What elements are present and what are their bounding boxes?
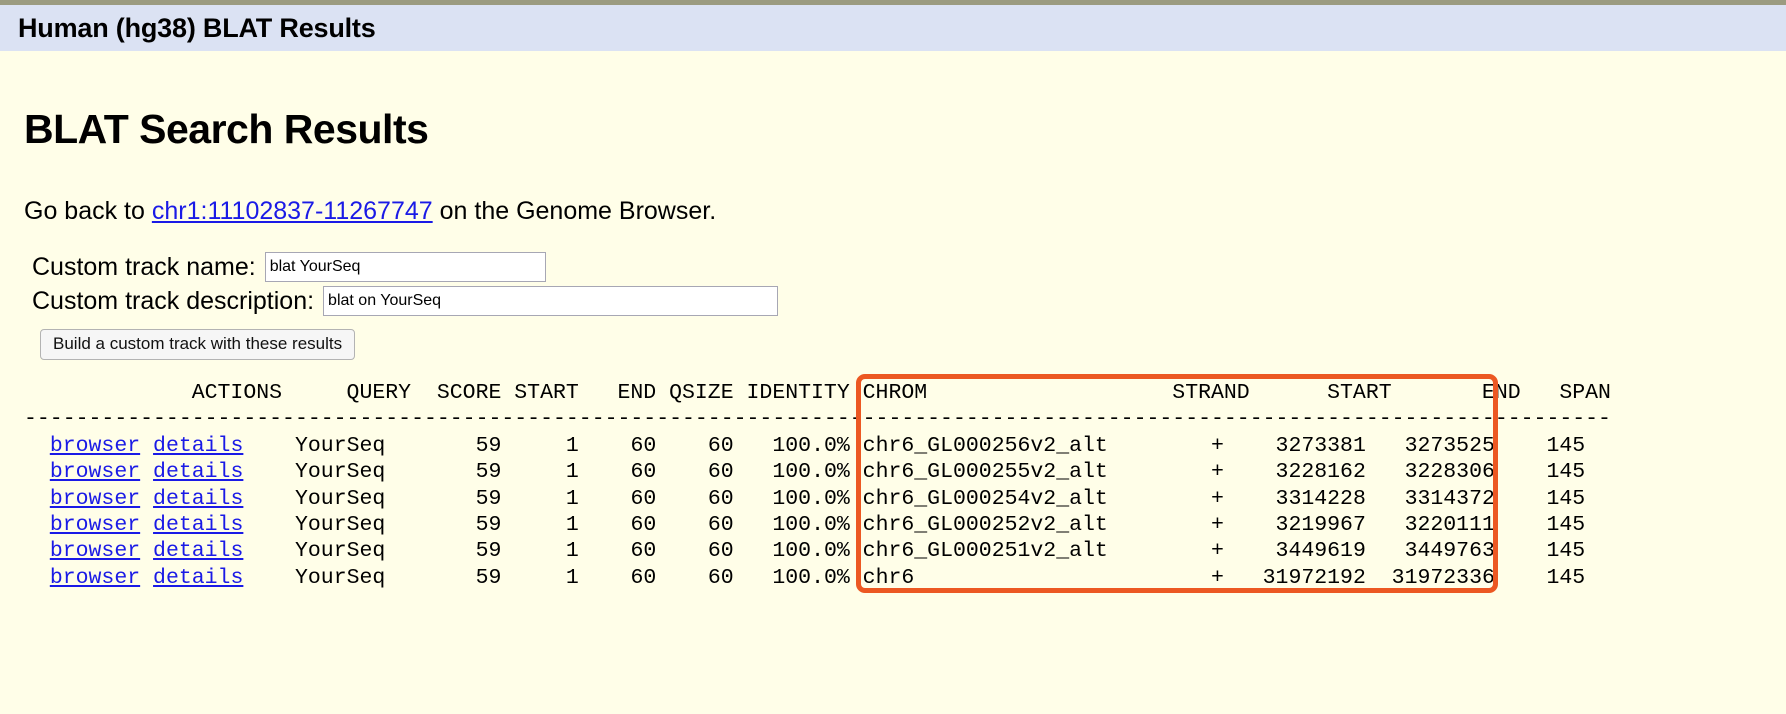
track-description-label: Custom track description: — [32, 286, 315, 315]
track-description-row: Custom track description: — [32, 286, 1786, 316]
genome-browser-position-link[interactable]: chr1:11102837-11267747 — [152, 197, 433, 225]
window-title-bar: Human (hg38) BLAT Results — [0, 5, 1786, 51]
custom-track-form: Custom track name: Custom track descript… — [32, 252, 1786, 360]
browser-link[interactable]: browser — [50, 513, 140, 537]
browser-link[interactable]: browser — [50, 539, 140, 563]
track-name-row: Custom track name: — [32, 252, 1786, 282]
track-name-label: Custom track name: — [32, 252, 256, 281]
details-link[interactable]: details — [153, 460, 243, 484]
build-custom-track-button[interactable]: Build a custom track with these results — [40, 329, 356, 360]
goback-suffix: on the Genome Browser. — [432, 197, 717, 225]
details-link[interactable]: details — [153, 539, 243, 563]
goback-prefix: Go back to — [24, 197, 152, 225]
details-link[interactable]: details — [153, 434, 243, 458]
details-link[interactable]: details — [153, 487, 243, 511]
blat-results-region: ACTIONS QUERY SCORE START END QSIZE IDEN… — [24, 374, 1786, 594]
page-content: BLAT Search Results Go back to chr1:1110… — [0, 106, 1786, 594]
track-name-input[interactable] — [264, 252, 546, 282]
window-title: Human (hg38) BLAT Results — [18, 12, 376, 43]
goback-line: Go back to chr1:11102837-11267747 on the… — [24, 197, 1786, 226]
browser-link[interactable]: browser — [50, 434, 140, 458]
blat-results-table[interactable]: ACTIONS QUERY SCORE START END QSIZE IDEN… — [24, 380, 1786, 591]
page-title: BLAT Search Results — [24, 106, 429, 152]
browser-link[interactable]: browser — [50, 487, 140, 511]
browser-link[interactable]: browser — [50, 460, 140, 484]
details-link[interactable]: details — [153, 566, 243, 590]
browser-link[interactable]: browser — [50, 566, 140, 590]
track-description-input[interactable] — [323, 286, 779, 316]
details-link[interactable]: details — [153, 513, 243, 537]
